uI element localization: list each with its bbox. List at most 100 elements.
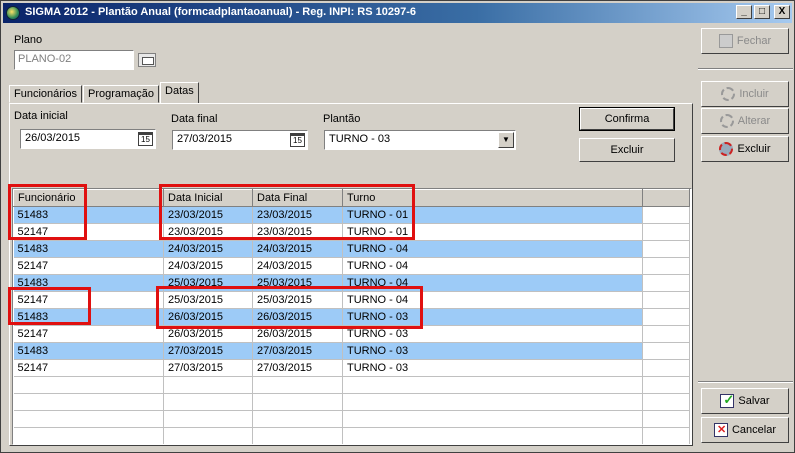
table-cell-blank	[642, 274, 690, 292]
plantao-select[interactable]: TURNO - 03 ▼	[324, 130, 516, 150]
table-cell[interactable]: 27/03/2015	[163, 342, 253, 360]
table-row[interactable]: 52147 25/03/2015 25/03/2015 TURNO - 04	[13, 291, 690, 309]
table-row-empty[interactable]	[13, 427, 690, 444]
fechar-button[interactable]: Fechar	[701, 28, 789, 54]
app-logo-icon[interactable]	[6, 6, 20, 20]
table-row[interactable]: 52147 23/03/2015 23/03/2015 TURNO - 01	[13, 223, 690, 241]
salvar-button[interactable]: Salvar	[701, 388, 789, 414]
tab-datas[interactable]: Datas	[160, 82, 199, 103]
table-row[interactable]: 52147 26/03/2015 26/03/2015 TURNO - 03	[13, 325, 690, 343]
table-cell[interactable]: TURNO - 01	[342, 206, 643, 224]
table-row[interactable]: 51483 24/03/2015 24/03/2015 TURNO - 04	[13, 240, 690, 258]
minimize-button[interactable]: _	[736, 5, 752, 19]
incluir-button[interactable]: Incluir	[701, 81, 789, 107]
maximize-button[interactable]: □	[754, 5, 770, 19]
table-cell[interactable]: 26/03/2015	[252, 308, 343, 326]
excluir-button[interactable]: Excluir	[579, 138, 675, 162]
calendar-icon[interactable]: 15	[290, 133, 305, 147]
table-row[interactable]: 51483 25/03/2015 25/03/2015 TURNO - 04	[13, 274, 690, 292]
table-cell[interactable]: 25/03/2015	[252, 274, 343, 292]
table-cell[interactable]: 27/03/2015	[163, 359, 253, 377]
table-cell	[642, 393, 690, 411]
table-row[interactable]: 51483 26/03/2015 26/03/2015 TURNO - 03	[13, 308, 690, 326]
table-cell[interactable]: 27/03/2015	[252, 359, 343, 377]
table-cell	[13, 410, 164, 428]
table-row[interactable]: 51483 23/03/2015 23/03/2015 TURNO - 01	[13, 206, 690, 224]
table-cell[interactable]: 23/03/2015	[252, 223, 343, 241]
table-cell	[163, 410, 253, 428]
table-cell[interactable]: 26/03/2015	[163, 325, 253, 343]
window-title: SIGMA 2012 - Plantão Anual (formcadplant…	[25, 6, 416, 18]
table-cell[interactable]: 23/03/2015	[163, 223, 253, 241]
table-cell[interactable]: 52147	[13, 257, 164, 275]
table-cell[interactable]: TURNO - 03	[342, 342, 643, 360]
table-cell[interactable]: TURNO - 03	[342, 325, 643, 343]
data-final-field[interactable]: 27/03/2015 15	[172, 130, 308, 150]
table-cell[interactable]: 25/03/2015	[163, 291, 253, 309]
table-cell[interactable]: 24/03/2015	[252, 257, 343, 275]
excluir-label: Excluir	[737, 143, 771, 155]
tab-funcionarios[interactable]: Funcionários	[9, 85, 82, 103]
table-cell[interactable]: 52147	[13, 325, 164, 343]
table-cell[interactable]: 24/03/2015	[163, 257, 253, 275]
window-controls: _ □ X	[736, 5, 790, 19]
table-cell[interactable]: 51483	[13, 206, 164, 224]
table-cell[interactable]: 51483	[13, 342, 164, 360]
table-cell[interactable]: 52147	[13, 291, 164, 309]
table-row-empty[interactable]	[13, 376, 690, 394]
divider	[698, 68, 793, 70]
table-cell[interactable]: 26/03/2015	[252, 325, 343, 343]
table-cell	[342, 376, 643, 394]
plantao-value: TURNO - 03	[329, 133, 391, 145]
table-cell[interactable]: TURNO - 01	[342, 223, 643, 241]
close-button[interactable]: X	[774, 5, 790, 19]
table-cell[interactable]: TURNO - 04	[342, 240, 643, 258]
table-cell[interactable]: 26/03/2015	[163, 308, 253, 326]
table-row[interactable]: 52147 24/03/2015 24/03/2015 TURNO - 04	[13, 257, 690, 275]
chevron-down-icon[interactable]: ▼	[498, 132, 514, 148]
table-cell[interactable]: TURNO - 04	[342, 257, 643, 275]
title-bar[interactable]: SIGMA 2012 - Plantão Anual (formcadplant…	[3, 3, 792, 23]
table-row[interactable]: 51483 27/03/2015 27/03/2015 TURNO - 03	[13, 342, 690, 360]
cancelar-button[interactable]: Cancelar	[701, 417, 789, 443]
table-cell-blank	[642, 291, 690, 309]
table-cell[interactable]: 23/03/2015	[163, 206, 253, 224]
col-header-data-inicial[interactable]: Data Inicial	[163, 189, 253, 207]
col-header-funcionario[interactable]: Funcionário	[13, 189, 164, 207]
data-final-label: Data final	[171, 113, 218, 125]
salvar-label: Salvar	[738, 395, 770, 407]
table-cell[interactable]: 52147	[13, 359, 164, 377]
excluir-sidebar-button[interactable]: Excluir	[701, 136, 789, 162]
table-cell	[13, 427, 164, 444]
table-cell	[342, 393, 643, 411]
table-cell-blank	[642, 223, 690, 241]
col-header-turno[interactable]: Turno	[342, 189, 643, 207]
table-row-empty[interactable]	[13, 393, 690, 411]
table-cell[interactable]: 25/03/2015	[163, 274, 253, 292]
table-cell[interactable]: TURNO - 04	[342, 274, 643, 292]
table-cell[interactable]: 51483	[13, 240, 164, 258]
table-cell	[163, 427, 253, 444]
table-cell[interactable]: 51483	[13, 274, 164, 292]
table-cell[interactable]: TURNO - 04	[342, 291, 643, 309]
confirma-button[interactable]: Confirma	[579, 107, 675, 131]
table-cell[interactable]: 25/03/2015	[252, 291, 343, 309]
alterar-button[interactable]: Alterar	[701, 108, 789, 134]
table-cell[interactable]: 24/03/2015	[252, 240, 343, 258]
plano-lookup-button[interactable]	[138, 53, 156, 67]
table-cell[interactable]: 51483	[13, 308, 164, 326]
table-cell[interactable]: 24/03/2015	[163, 240, 253, 258]
table-cell[interactable]: 52147	[13, 223, 164, 241]
table-cell[interactable]: 23/03/2015	[252, 206, 343, 224]
table-cell[interactable]: TURNO - 03	[342, 308, 643, 326]
data-inicial-field[interactable]: 26/03/2015 15	[20, 129, 156, 149]
calendar-icon[interactable]: 15	[138, 132, 153, 146]
table-row[interactable]: 52147 27/03/2015 27/03/2015 TURNO - 03	[13, 359, 690, 377]
table-cell[interactable]: TURNO - 03	[342, 359, 643, 377]
plano-field[interactable]: PLANO-02	[14, 50, 134, 70]
col-header-data-final[interactable]: Data Final	[252, 189, 343, 207]
datas-grid[interactable]: Funcionário Data Inicial Data Final Turn…	[12, 188, 692, 445]
tab-programacao[interactable]: Programação	[82, 85, 160, 103]
table-cell[interactable]: 27/03/2015	[252, 342, 343, 360]
table-row-empty[interactable]	[13, 410, 690, 428]
